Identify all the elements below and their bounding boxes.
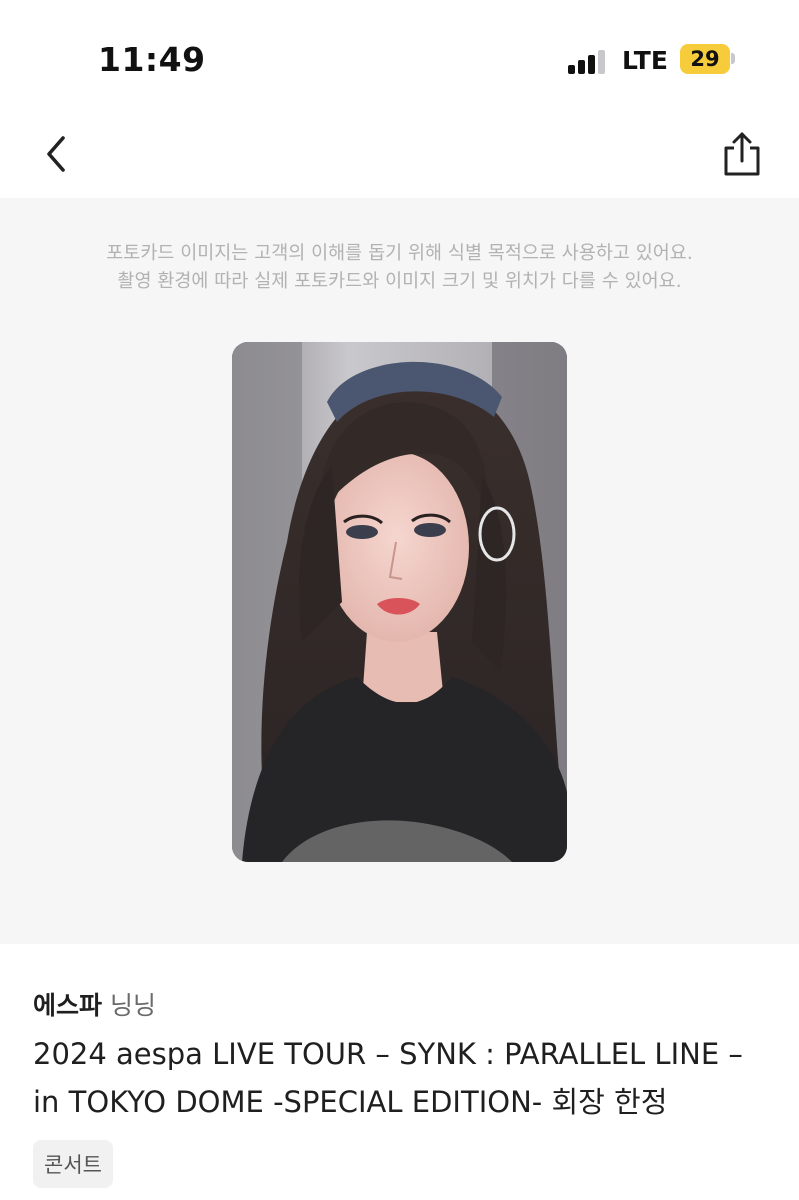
navigation-bar [0, 110, 799, 198]
notice-line-1: 포토카드 이미지는 고객의 이해를 돕기 위해 식별 목적으로 사용하고 있어요… [106, 243, 693, 264]
member-name[interactable]: 닝닝 [110, 991, 156, 1020]
cellular-signal-icon [568, 50, 608, 74]
artist-name[interactable]: 에스파 [33, 991, 102, 1020]
battery-tip [731, 53, 735, 64]
album-title-line-2: in TOKYO DOME -SPECIAL EDITION- 회장 한정 [33, 1085, 668, 1119]
photocard-notice: 포토카드 이미지는 고객의 이해를 돕기 위해 식별 목적으로 사용하고 있어요… [0, 240, 799, 296]
album-title: 2024 aespa LIVE TOUR – SYNK : PARALLEL L… [33, 1030, 773, 1126]
photocard-image[interactable] [232, 342, 567, 862]
status-bar: 11:49 LTE 29 [0, 0, 799, 110]
back-button[interactable] [30, 128, 82, 180]
share-icon [724, 132, 760, 176]
chevron-left-icon [47, 136, 65, 172]
photocard-illustration [232, 342, 567, 862]
album-title-line-1: 2024 aespa LIVE TOUR – SYNK : PARALLEL L… [33, 1037, 743, 1071]
status-time: 11:49 [98, 40, 206, 79]
notice-line-2: 촬영 환경에 따라 실제 포토카드와 이미지 크기 및 위치가 다를 수 있어요… [117, 271, 682, 292]
category-chip[interactable]: 콘서트 [33, 1140, 113, 1188]
battery-level: 29 [690, 47, 720, 71]
battery-icon: 29 [680, 44, 730, 74]
artist-line: 에스파 닝닝 [33, 986, 156, 1022]
network-type: LTE [622, 46, 668, 75]
share-button[interactable] [716, 128, 768, 180]
